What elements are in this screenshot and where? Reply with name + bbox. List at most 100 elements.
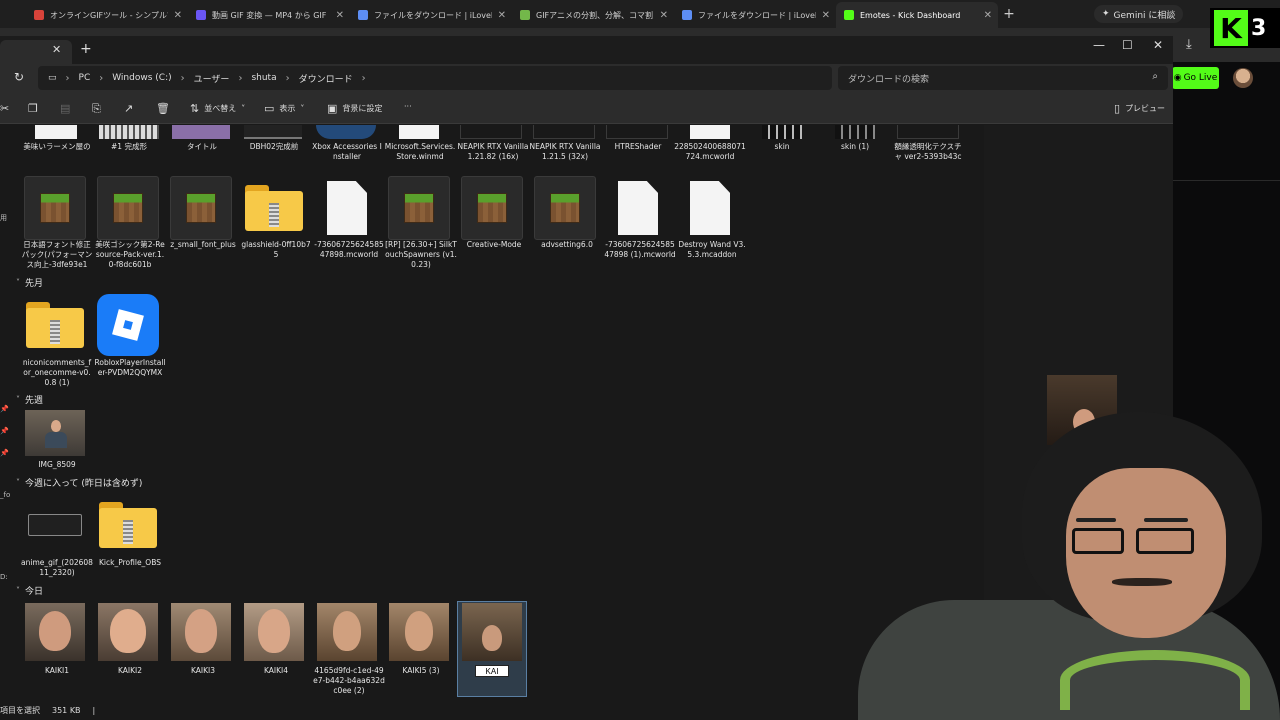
paste-icon[interactable]: ▤ [60, 102, 70, 115]
file-name[interactable]: Xbox Accessories Installer [311, 142, 383, 162]
rename-icon[interactable]: ⎘ [92, 102, 101, 116]
file-name[interactable]: NEAPIK RTX Vanilla 1.21.82 (16x) [457, 142, 529, 162]
refresh-icon[interactable]: ↻ [14, 70, 24, 84]
tab-close-icon[interactable]: ✕ [336, 10, 344, 21]
more-button[interactable]: ··· [404, 102, 412, 111]
file-name[interactable]: Microsoft.Services.Store.winmd [384, 142, 456, 162]
browser-tab-gif-split[interactable]: GIFアニメの分割、分解、コマ割り ✕ [512, 2, 674, 28]
file-name[interactable]: DBH02完成前 [238, 142, 310, 152]
avatar[interactable] [1233, 68, 1253, 88]
thumbnail-fragment [35, 125, 77, 139]
minimize-icon[interactable]: — [1093, 38, 1105, 52]
file-name[interactable]: z_small_font_plus [167, 240, 239, 250]
file-name[interactable]: KAIKI3 [167, 666, 239, 676]
chevron-right-icon: › [65, 72, 70, 84]
browser-tab-gif-tool[interactable]: オンラインGIFツール - シンプルで無料 ✕ [26, 2, 188, 28]
new-tab-button[interactable]: + [998, 6, 1020, 22]
tab-close-icon[interactable]: ✕ [822, 10, 830, 21]
file-icon [690, 181, 730, 235]
explorer-new-tab-button[interactable]: + [80, 41, 92, 57]
breadcrumb-downloads[interactable]: ダウンロード [299, 72, 353, 85]
monitor-icon: ▭ [48, 73, 57, 83]
file-name[interactable]: -7360672562458547898 (1).mcworld [604, 240, 676, 260]
tab-close-icon[interactable]: ✕ [660, 10, 668, 21]
browser-tab-kick-dashboard[interactable]: Emotes - Kick Dashboard ✕ [836, 2, 998, 28]
delete-icon[interactable]: 🗑 [156, 102, 170, 115]
explorer-tab-close-icon[interactable]: ✕ [52, 43, 61, 56]
tab-favicon-icon [196, 10, 206, 20]
copy-icon[interactable]: ❐ [28, 102, 38, 115]
image-thumbnail [389, 603, 449, 661]
search-input[interactable]: ダウンロードの検索 ⌕ [838, 66, 1168, 90]
group-header-this-week[interactable]: ˅ 今週に入って (昨日は含めず) [16, 476, 142, 489]
sort-label: 並べ替え [204, 104, 237, 113]
rename-input[interactable] [475, 665, 509, 677]
sort-button[interactable]: ⇅ 並べ替え ˅ [190, 102, 245, 115]
zip-folder-icon [26, 302, 84, 348]
file-icon [618, 181, 658, 235]
file-name[interactable]: 美味いラーメン屋の [21, 142, 93, 152]
thumbnail-fragment [99, 125, 159, 139]
breadcrumb-users[interactable]: ユーザー [194, 72, 230, 85]
cut-icon[interactable]: ✂ [0, 102, 9, 115]
file-name[interactable]: skin (1) [819, 142, 891, 152]
address-bar[interactable]: ▭ › PC › Windows (C:) › ユーザー › shuta › ダ… [38, 66, 832, 90]
browser-tab-iloveimg-1[interactable]: ファイルをダウンロード | iLoveIMG ✕ [350, 2, 512, 28]
file-name[interactable]: KAIKI1 [21, 666, 93, 676]
tab-favicon-icon [844, 10, 854, 20]
breadcrumb-drive[interactable]: Windows (C:) [112, 73, 171, 83]
close-icon[interactable]: ✕ [1153, 38, 1163, 52]
file-name[interactable]: 228502400688071724.mcworld [674, 142, 746, 162]
file-name[interactable]: anime_gif_(20260811_2320) [21, 558, 93, 578]
set-wallpaper-button[interactable]: ▣ 背景に設定 [327, 102, 382, 115]
file-name[interactable]: KAIKI2 [94, 666, 166, 676]
glasses [1136, 528, 1194, 554]
view-button[interactable]: ▭ 表示 ˅ [264, 102, 304, 115]
preview-button[interactable]: ▯ プレビュー [1114, 102, 1165, 115]
browser-tab-iloveimg-2[interactable]: ファイルをダウンロード | iLoveIMG ✕ [674, 2, 836, 28]
browser-tab-video-gif[interactable]: 動画 GIF 変換 — MP4 から GIF ✕ [188, 2, 350, 28]
file-name[interactable]: Creative-Mode [458, 240, 530, 250]
file-name[interactable]: #1 完成形 [93, 142, 165, 152]
chevron-down-icon: ˅ [241, 104, 246, 113]
roblox-icon [97, 294, 159, 356]
gemini-button[interactable]: ✦ Gemini に相談 [1094, 5, 1184, 23]
file-name[interactable]: glasshield-0ff10b75 [240, 240, 312, 260]
file-name[interactable]: IMG_8509 [21, 460, 93, 470]
file-name[interactable]: advsetting6.0 [531, 240, 603, 250]
tab-close-icon[interactable]: ✕ [174, 10, 182, 21]
file-name[interactable]: タイトル [166, 142, 238, 152]
file-name[interactable]: [RP] [26.30+] SilkTouchSpawners (v1.0.23… [385, 240, 457, 270]
file-name[interactable]: HTREShader [602, 142, 674, 152]
go-live-button[interactable]: ◉ Go Live [1172, 67, 1219, 89]
maximize-icon[interactable]: ☐ [1122, 38, 1133, 52]
file-name[interactable]: -7360672562458547898.mcworld [313, 240, 385, 260]
file-name[interactable]: niconicomments_for_onecomme-v0.0.8 (1) [21, 358, 93, 388]
tab-close-icon[interactable]: ✕ [498, 10, 506, 21]
group-header-last-week[interactable]: ˅ 先週 [16, 393, 43, 406]
thumbnail-fragment [762, 125, 802, 139]
chevron-down-icon: ˅ [16, 478, 20, 487]
breadcrumb-pc[interactable]: PC [79, 73, 91, 83]
download-icon[interactable]: ⤓ [1186, 37, 1192, 52]
breadcrumb-user[interactable]: shuta [251, 73, 276, 83]
kick-logo: K 3 [1210, 8, 1280, 48]
file-name[interactable]: KAIKI5 (3) [385, 666, 457, 676]
file-name[interactable]: 美咲ゴシック第2-Resource-Pack-ver.1.0-f8dc601b [94, 240, 166, 270]
file-name[interactable]: 額縁透明化テクスチャ ver2-5393b43c [892, 142, 964, 162]
tab-close-icon[interactable]: ✕ [984, 10, 992, 21]
tab-favicon-icon [682, 10, 692, 20]
file-name[interactable]: 4165d9fd-c1ed-49e7-b442-b4aa632dc0ee (2) [313, 666, 385, 696]
file-name[interactable]: skin [746, 142, 818, 152]
file-name[interactable]: KAIKI4 [240, 666, 312, 676]
shirt-logo [1060, 650, 1250, 710]
file-name[interactable]: Kick_Profile_OBS [94, 558, 166, 568]
group-header-today[interactable]: ˅ 今日 [16, 584, 43, 597]
file-name[interactable]: Destroy Wand V3.5.3.mcaddon [676, 240, 748, 260]
share-icon[interactable]: ↗ [124, 102, 133, 115]
file-name[interactable]: RobloxPlayerInstaller-PVDM2QQYMX [94, 358, 166, 378]
file-name[interactable]: 日本語フォント修正パック(パフォーマンス向上-3dfe93e1 [21, 240, 93, 270]
file-icon [399, 125, 439, 139]
file-name[interactable]: NEAPIK RTX Vanilla 1.21.5 (32x) [529, 142, 601, 162]
group-header-last-month[interactable]: ˅ 先月 [16, 276, 43, 289]
